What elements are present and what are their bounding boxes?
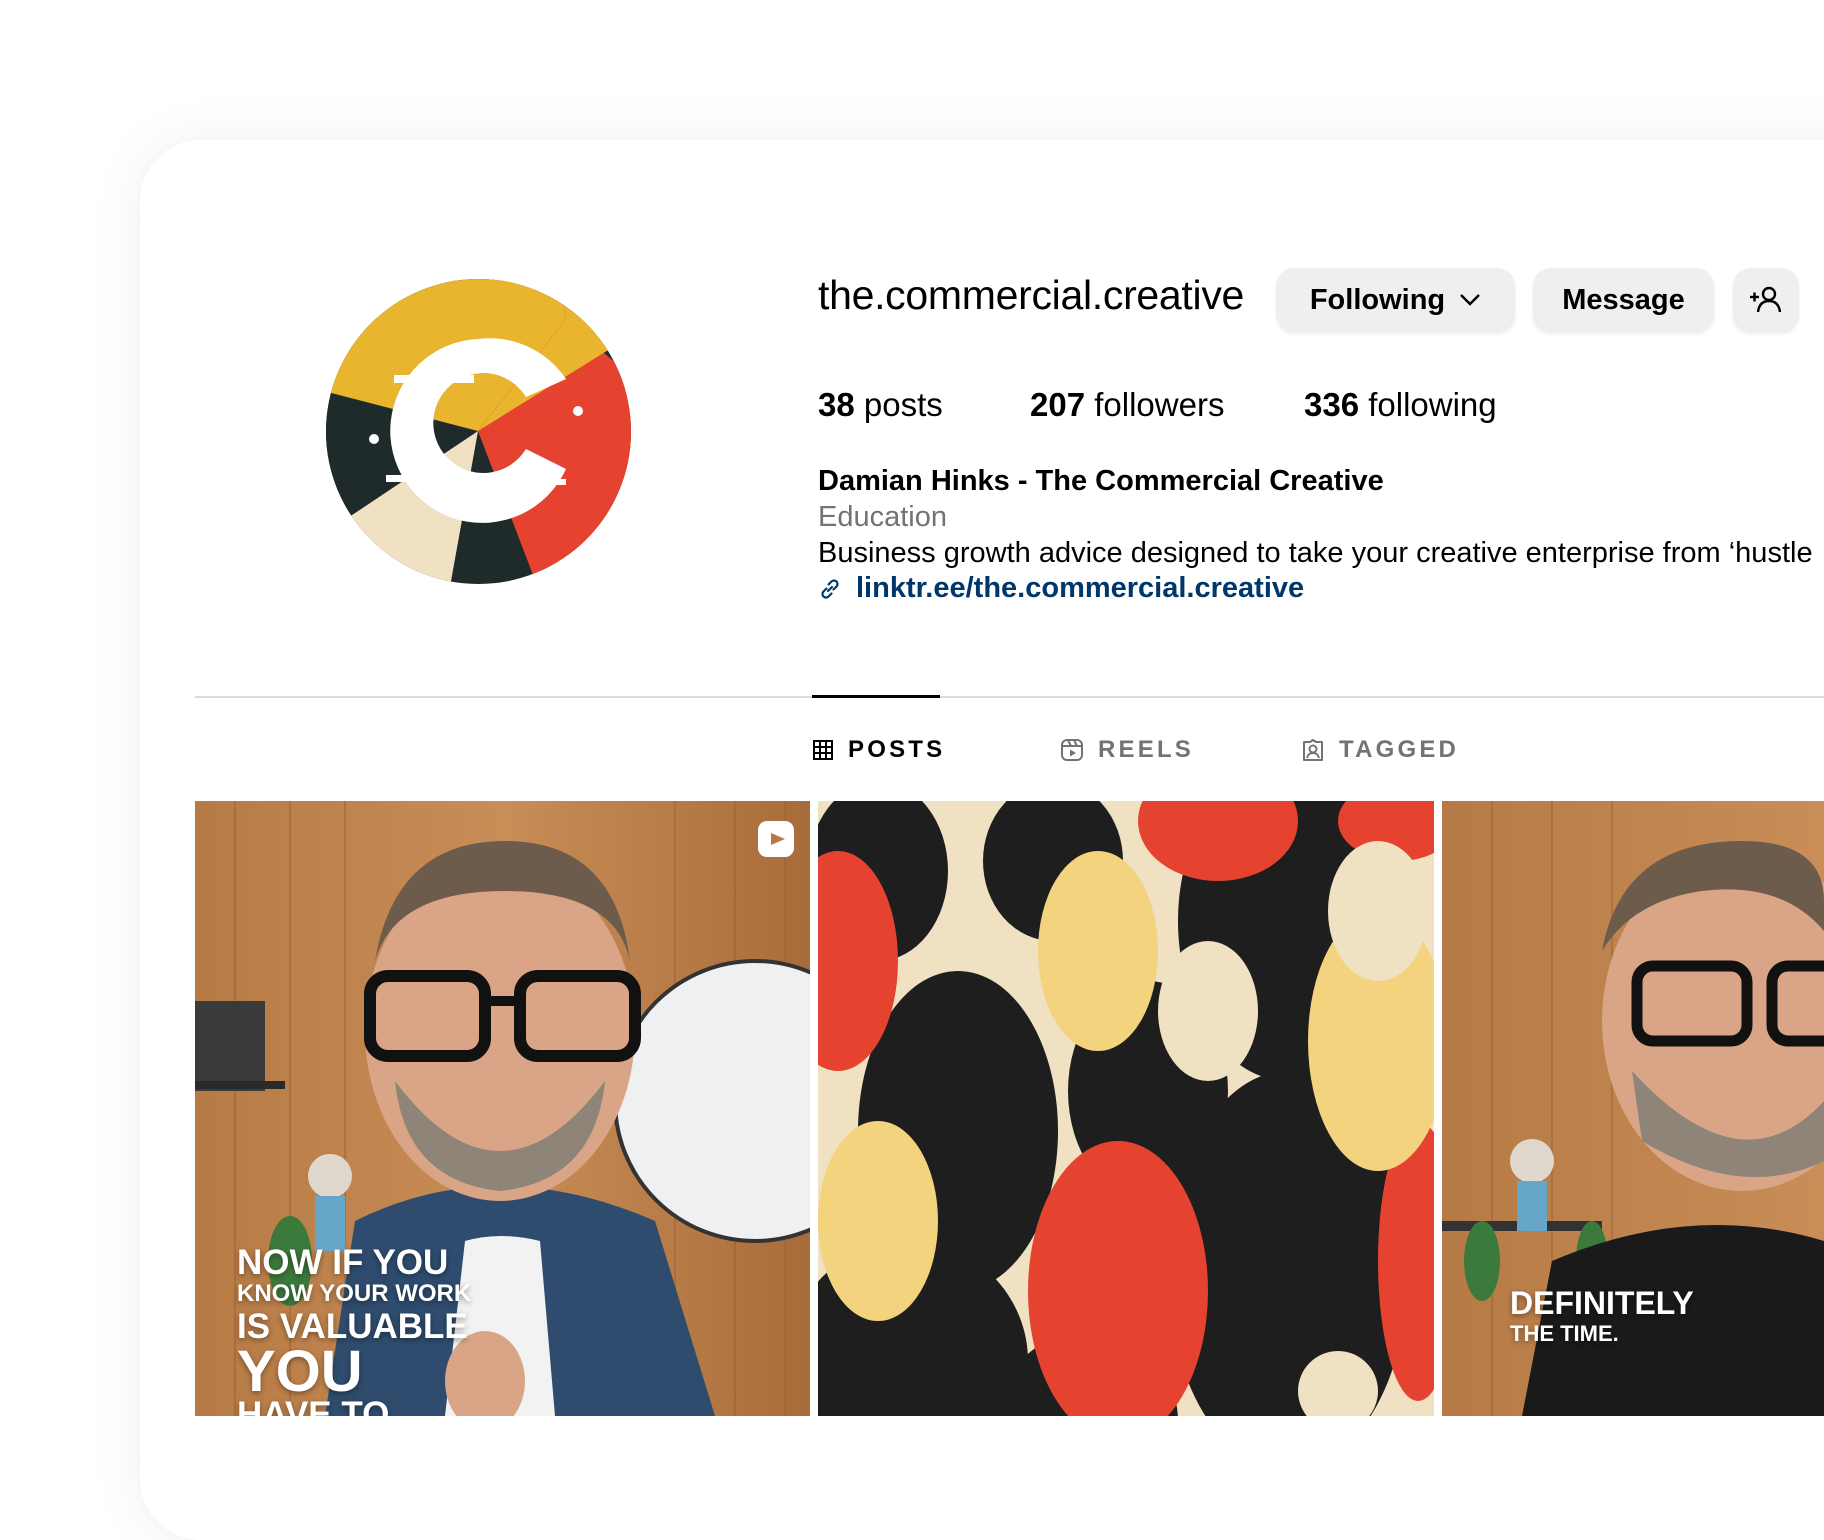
tab-posts[interactable]: POSTS (812, 733, 945, 767)
post-caption-line: YOU (237, 1339, 363, 1404)
post-caption-line: HAVE TO (237, 1395, 390, 1416)
profile-avatar[interactable] (326, 279, 631, 584)
reel-badge-icon (758, 821, 794, 857)
commercial-creative-logo (326, 279, 631, 584)
silhouettes-artwork-image (818, 801, 1434, 1416)
followers-count: 207 (1030, 386, 1086, 423)
message-button-label: Message (1562, 283, 1685, 316)
profile-category: Education (818, 501, 947, 533)
profile-link-text: linktr.ee/the.commercial.creative (856, 572, 1305, 604)
tagged-icon (1303, 739, 1323, 761)
profile-full-name: Damian Hinks - The Commercial Creative (818, 465, 1384, 497)
profile-bio: Business growth advice designed to take … (818, 537, 1813, 569)
add-user-icon (1750, 286, 1782, 313)
grid-icon (813, 740, 833, 760)
profile-link[interactable]: linktr.ee/the.commercial.creative (818, 572, 1304, 605)
active-tab-indicator (812, 695, 940, 698)
reels-icon (1061, 739, 1083, 761)
suggested-users-button[interactable] (1733, 268, 1799, 332)
posts-stat: 38 posts (818, 386, 943, 424)
following-button[interactable]: Following (1276, 268, 1515, 332)
post-caption-line: KNOW YOUR WORK (237, 1280, 472, 1307)
post-caption-line: NOW IF YOU (237, 1243, 449, 1282)
followers-stat[interactable]: 207 followers (1030, 386, 1224, 424)
post-tile-image[interactable] (818, 801, 1434, 1416)
link-icon (821, 578, 839, 599)
tab-tagged[interactable]: TAGGED (1301, 733, 1459, 767)
tab-tagged-label: TAGGED (1339, 736, 1460, 763)
followers-label: followers (1094, 386, 1225, 423)
following-count: 336 (1304, 386, 1360, 423)
tab-posts-label: POSTS (848, 736, 946, 763)
video-thumbnail-image (1442, 801, 1824, 1416)
message-button[interactable]: Message (1533, 268, 1714, 332)
following-button-label: Following (1309, 283, 1446, 316)
post-caption-line: DEFINITELY (1510, 1285, 1694, 1321)
posts-label: posts (863, 386, 943, 423)
post-tile-video[interactable]: DEFINITELY THE TIME. (1442, 801, 1824, 1416)
post-caption-line: THE TIME. (1510, 1321, 1619, 1346)
profile-username: the.commercial.creative (818, 272, 1245, 318)
tab-reels[interactable]: REELS (1060, 733, 1194, 767)
following-stat[interactable]: 336 following (1304, 386, 1497, 424)
posts-count: 38 (818, 386, 855, 423)
tabs-divider (195, 696, 1824, 698)
tab-reels-label: REELS (1098, 736, 1195, 763)
chevron-down-icon (1460, 294, 1481, 306)
following-label: following (1368, 386, 1497, 423)
post-tile-reel[interactable]: NOW IF YOU KNOW YOUR WORK IS VALUABLE YO… (195, 801, 810, 1416)
